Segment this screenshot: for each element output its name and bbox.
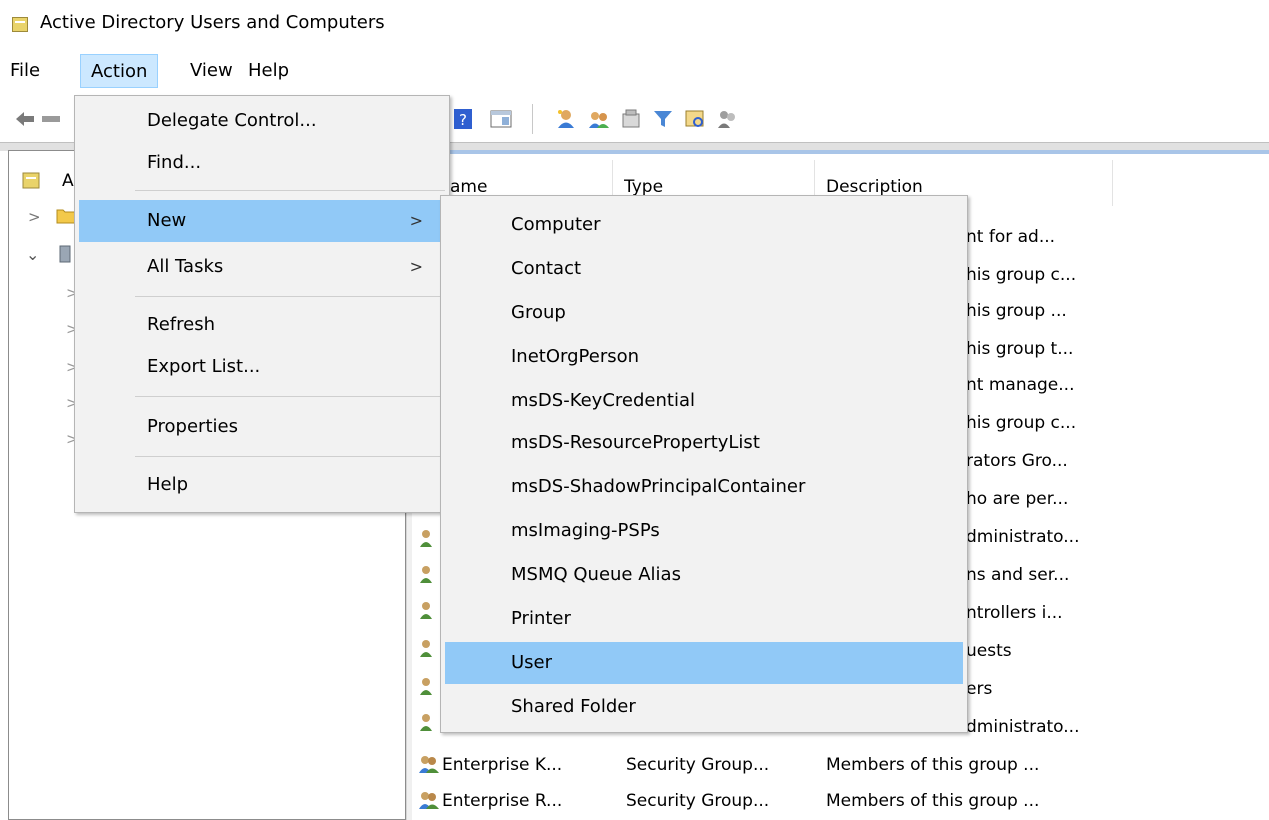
- forward-arrow-icon[interactable]: [40, 108, 62, 130]
- description-cell: ntrollers i...: [966, 603, 1063, 623]
- description-cell: rators Gro...: [966, 451, 1068, 471]
- row-type: Security Group...: [626, 791, 770, 811]
- submenu-arrow-icon: >: [409, 211, 423, 230]
- new-user-icon[interactable]: [555, 108, 577, 130]
- row-description: Members of this group ...: [826, 791, 1040, 811]
- group-icon: [420, 530, 432, 547]
- help-icon[interactable]: ?: [452, 108, 474, 130]
- menu-item-refresh[interactable]: Refresh: [79, 304, 445, 346]
- row-name[interactable]: Enterprise R...: [442, 790, 618, 812]
- toolbar-separator: [532, 104, 533, 134]
- description-cell: dministrato...: [966, 527, 1080, 547]
- tree-chevron-down[interactable]: ⌄: [26, 244, 39, 266]
- menu-item-help[interactable]: Help: [79, 464, 445, 506]
- menu-file[interactable]: File: [0, 54, 50, 88]
- folder-icon: [56, 209, 76, 224]
- menu-separator: [135, 190, 445, 191]
- app-icon: [12, 17, 28, 32]
- group-icon: [420, 714, 432, 731]
- submenu-arrow-icon: >: [409, 257, 423, 276]
- row-type: Security Group...: [626, 755, 770, 775]
- new-item-shared-folder[interactable]: Shared Folder: [445, 686, 963, 728]
- menu-separator: [135, 456, 445, 457]
- menu-bar: File Action View Help: [0, 48, 1269, 94]
- title-bar: Active Directory Users and Computers: [0, 0, 1269, 48]
- description-cell: nt for ad...: [966, 227, 1056, 247]
- description-cell: ers: [966, 679, 993, 699]
- group-icon: [420, 640, 432, 657]
- description-cell: his group c...: [966, 413, 1077, 433]
- new-item-user[interactable]: User: [445, 642, 963, 684]
- list-pane-header-bar: [412, 150, 1269, 154]
- new-submenu: Computer Contact Group InetOrgPerson msD…: [440, 195, 968, 733]
- column-divider[interactable]: [1112, 160, 1113, 206]
- description-cell: dministrato...: [966, 717, 1080, 737]
- menu-item-all-tasks[interactable]: All Tasks >: [79, 246, 445, 288]
- tree-root-label[interactable]: A: [62, 170, 74, 192]
- row-description: Members of this group ...: [826, 755, 1040, 775]
- menu-action[interactable]: Action: [80, 54, 159, 88]
- new-item-msds-shadowprincipalcontainer[interactable]: msDS-ShadowPrincipalContainer: [445, 466, 963, 508]
- new-item-msmq-queue-alias[interactable]: MSMQ Queue Alias: [445, 554, 963, 596]
- description-cell: his group t...: [966, 339, 1074, 359]
- menu-separator: [135, 296, 445, 297]
- description-cell: nt manage...: [966, 375, 1075, 395]
- menu-separator: [135, 396, 445, 397]
- menu-item-properties[interactable]: Properties: [79, 406, 445, 448]
- description-cell: his group c...: [966, 265, 1077, 285]
- console-icon[interactable]: [490, 108, 512, 130]
- find-icon[interactable]: [684, 108, 706, 130]
- back-arrow-icon[interactable]: [14, 108, 36, 130]
- menu-item-delegate-control[interactable]: Delegate Control...: [79, 100, 445, 142]
- add-to-group-icon[interactable]: [716, 108, 738, 130]
- new-item-computer[interactable]: Computer: [445, 204, 963, 246]
- new-item-contact[interactable]: Contact: [445, 248, 963, 290]
- row-name[interactable]: Enterprise K...: [442, 754, 618, 776]
- svg-text:?: ?: [459, 111, 467, 129]
- security-group-icon: [419, 792, 439, 809]
- new-ou-icon[interactable]: [620, 108, 642, 130]
- menu-item-export-list[interactable]: Export List...: [79, 346, 445, 388]
- new-item-msds-keycredential[interactable]: msDS-KeyCredential: [445, 380, 963, 422]
- group-icon: [420, 566, 432, 583]
- domain-icon: [59, 245, 71, 263]
- menu-view[interactable]: View: [180, 54, 243, 88]
- new-item-printer[interactable]: Printer: [445, 598, 963, 640]
- window-title: Active Directory Users and Computers: [40, 12, 385, 33]
- menu-item-find[interactable]: Find...: [79, 142, 445, 184]
- menu-help[interactable]: Help: [238, 54, 299, 88]
- new-item-msds-resourcepropertylist[interactable]: msDS-ResourcePropertyList: [445, 422, 963, 464]
- action-menu: Delegate Control... Find... New > All Tas…: [74, 95, 450, 513]
- security-group-icon: [419, 756, 439, 773]
- tree-chevron-right[interactable]: >: [28, 206, 41, 228]
- menu-item-new[interactable]: New >: [79, 200, 445, 242]
- new-group-icon[interactable]: [588, 108, 610, 130]
- filter-icon[interactable]: [652, 108, 674, 130]
- description-cell: ho are per...: [966, 489, 1069, 509]
- new-item-inetorgperson[interactable]: InetOrgPerson: [445, 336, 963, 378]
- description-cell: his group ...: [966, 301, 1067, 321]
- group-icon: [420, 602, 432, 619]
- new-item-group[interactable]: Group: [445, 292, 963, 334]
- ad-root-icon: [22, 172, 40, 189]
- group-icon: [420, 678, 432, 695]
- new-item-msimaging-psps[interactable]: msImaging-PSPs: [445, 510, 963, 552]
- description-cell: uests: [966, 641, 1012, 661]
- description-cell: ns and ser...: [966, 565, 1070, 585]
